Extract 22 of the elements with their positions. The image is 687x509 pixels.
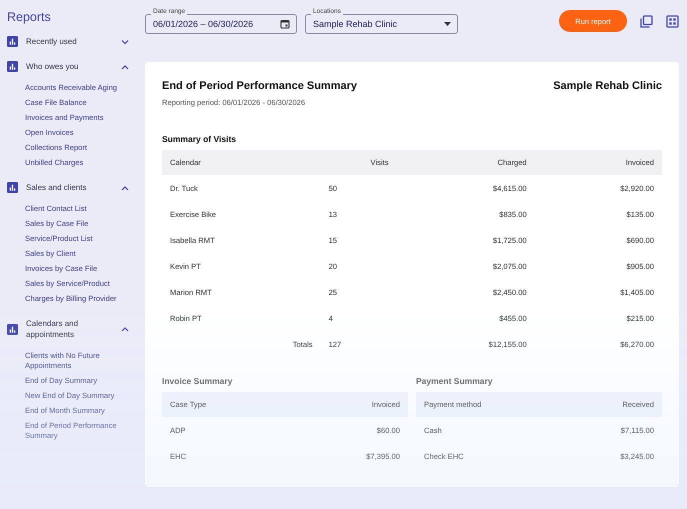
copy-icon[interactable] bbox=[640, 14, 653, 28]
calendar-icon[interactable] bbox=[280, 19, 290, 29]
chevron-up-icon[interactable] bbox=[121, 64, 129, 70]
section-title: Invoice Summary bbox=[162, 376, 232, 386]
chart-icon bbox=[7, 61, 18, 72]
sidebar-group[interactable]: Sales and clients bbox=[26, 182, 113, 193]
chart-icon bbox=[7, 324, 18, 334]
section-title: Summary of Visits bbox=[162, 134, 236, 144]
clinic-name: Sample Rehab Clinic bbox=[553, 80, 662, 92]
sidebar-group[interactable]: Calendars and appointments bbox=[26, 318, 113, 340]
chevron-up-icon[interactable] bbox=[121, 326, 129, 332]
report-title: End of Period Performance Summary bbox=[162, 80, 357, 92]
grid-icon[interactable] bbox=[666, 14, 679, 28]
chevron-down-icon[interactable] bbox=[121, 38, 129, 44]
sidebar-group[interactable]: Recently used bbox=[26, 36, 113, 47]
sidebar-title: Reports bbox=[7, 10, 51, 24]
sidebar-group[interactable]: Who owes you bbox=[26, 61, 113, 72]
section-title: Payment Summary bbox=[416, 376, 493, 386]
dropdown-caret-icon bbox=[444, 22, 451, 26]
chart-icon bbox=[7, 36, 18, 47]
chart-icon bbox=[7, 182, 18, 193]
chevron-up-icon[interactable] bbox=[121, 184, 129, 190]
